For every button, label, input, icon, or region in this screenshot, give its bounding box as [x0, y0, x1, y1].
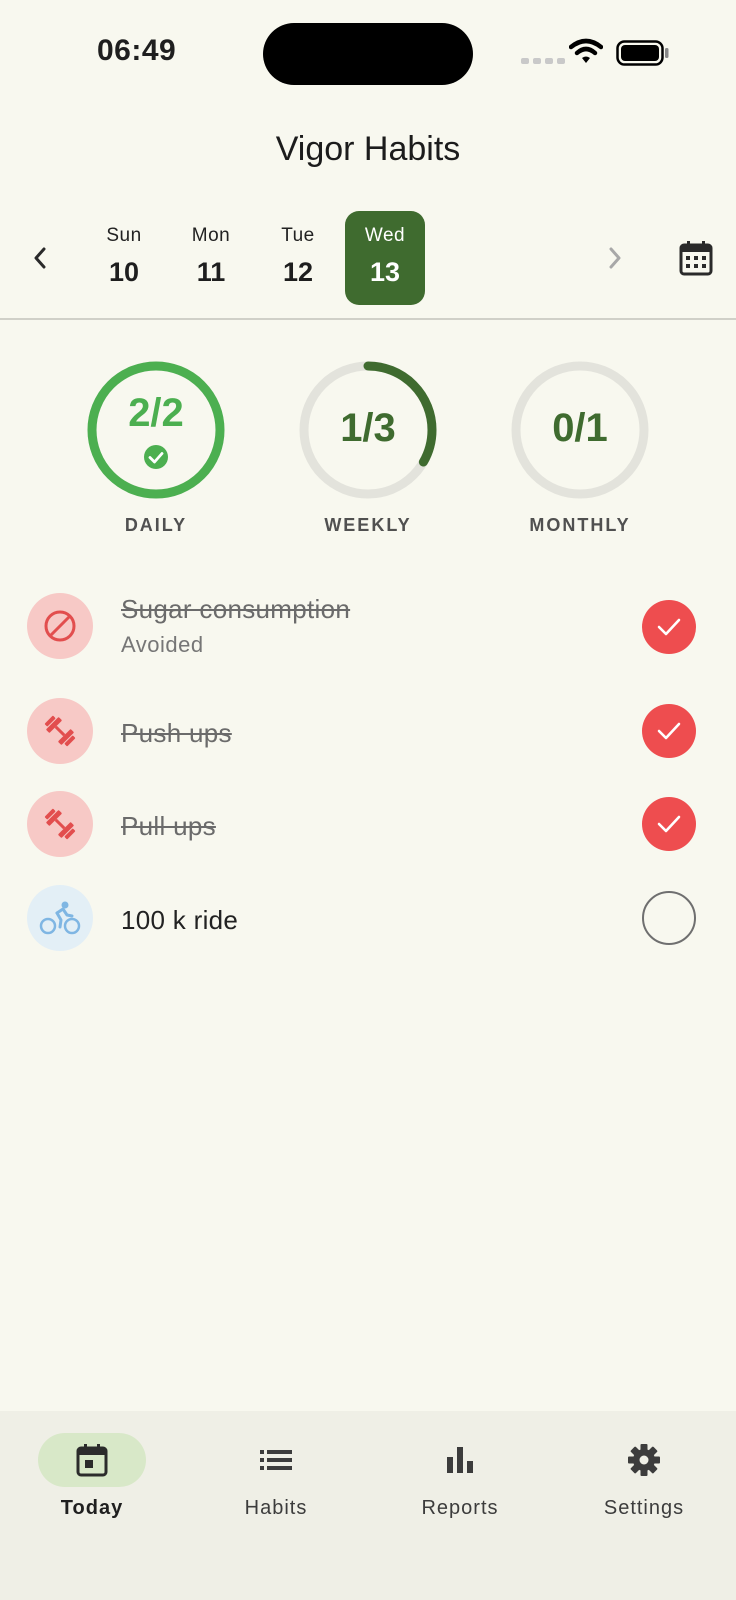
list-item[interactable]: Pull ups: [0, 791, 736, 871]
habit-complete-toggle[interactable]: [642, 891, 696, 945]
dumbbell-icon: [44, 715, 76, 747]
cellular-signal-icon: [521, 58, 565, 64]
weekly-progress-ring: 1/3: [296, 358, 440, 502]
day-name: Mon: [191, 225, 231, 246]
gear-icon: [628, 1444, 660, 1476]
wifi-icon: [569, 38, 603, 63]
status-time: 06:49: [97, 34, 177, 67]
dumbbell-icon: [44, 808, 76, 840]
habit-name: Pull ups: [121, 811, 216, 841]
tab-indicator: [38, 1433, 146, 1487]
previous-week-button[interactable]: [28, 243, 52, 273]
day-date: 12: [282, 257, 314, 287]
habit-icon-badge: [27, 698, 93, 764]
dynamic-island: [263, 23, 473, 85]
habit-complete-toggle[interactable]: [642, 797, 696, 851]
list-item[interactable]: 100 k ride: [0, 885, 736, 965]
habit-name: Push ups: [121, 718, 232, 748]
check-circle-icon: [144, 445, 168, 469]
day-sun[interactable]: Sun 10: [84, 211, 164, 305]
daily-progress-ring: 2/2: [84, 358, 228, 502]
habit-icon-badge: [27, 885, 93, 951]
habit-complete-toggle[interactable]: [642, 704, 696, 758]
day-date: 11: [196, 257, 226, 287]
habit-icon-badge: [27, 791, 93, 857]
tab-indicator: [590, 1433, 698, 1487]
habit-name: Sugar consumption: [121, 594, 351, 624]
tab-settings[interactable]: Settings: [552, 1411, 736, 1531]
tab-indicator: [406, 1433, 514, 1487]
habit-complete-toggle[interactable]: [642, 600, 696, 654]
tab-today[interactable]: Today: [0, 1411, 184, 1531]
day-name: Tue: [281, 225, 315, 246]
day-mon[interactable]: Mon 11: [171, 211, 251, 305]
bar-chart-icon: [447, 1447, 473, 1473]
check-icon: [657, 618, 681, 636]
monthly-progress-ring: 0/1: [508, 358, 652, 502]
page-title: Vigor Habits: [275, 130, 461, 168]
weekly-label: WEEKLY: [324, 515, 412, 535]
bike-icon: [39, 901, 81, 935]
bottom-navigation: Today Habits Reports Settings: [0, 1411, 736, 1600]
tab-label: Today: [60, 1497, 124, 1519]
daily-progress-value: 2/2: [128, 391, 184, 435]
monthly-progress-value: 0/1: [552, 406, 608, 450]
habit-icon-badge: [27, 593, 93, 659]
chevron-left-icon: [34, 247, 46, 269]
day-name: Wed: [364, 225, 406, 246]
list-icon: [260, 1450, 292, 1470]
next-week-button[interactable]: [603, 243, 627, 273]
tab-reports[interactable]: Reports: [368, 1411, 552, 1531]
check-icon: [657, 722, 681, 740]
day-date: 10: [108, 257, 140, 287]
battery-icon: [616, 40, 669, 66]
chevron-right-icon: [609, 247, 621, 269]
habit-name: 100 k ride: [121, 905, 239, 935]
calendar-today-icon: [76, 1444, 108, 1477]
calendar-picker-button[interactable]: [678, 239, 714, 277]
block-icon: [44, 610, 76, 642]
monthly-label: MONTHLY: [529, 515, 631, 535]
weekly-progress-value: 1/3: [340, 406, 396, 450]
day-tue[interactable]: Tue 12: [258, 211, 338, 305]
day-date: 13: [369, 257, 401, 287]
habit-subtitle: Avoided: [121, 632, 204, 657]
tab-label: Settings: [603, 1497, 685, 1519]
list-item[interactable]: Push ups: [0, 698, 736, 778]
tab-habits[interactable]: Habits: [184, 1411, 368, 1531]
check-icon: [657, 815, 681, 833]
tab-label: Reports: [421, 1497, 499, 1519]
daily-label: DAILY: [124, 515, 188, 535]
list-item[interactable]: Sugar consumption Avoided: [0, 590, 736, 670]
day-name: Sun: [106, 225, 142, 246]
header-divider: [0, 318, 736, 320]
tab-indicator: [222, 1433, 330, 1487]
day-wed-selected[interactable]: Wed 13: [345, 211, 425, 305]
tab-label: Habits: [244, 1497, 308, 1519]
calendar-icon: [679, 241, 713, 276]
